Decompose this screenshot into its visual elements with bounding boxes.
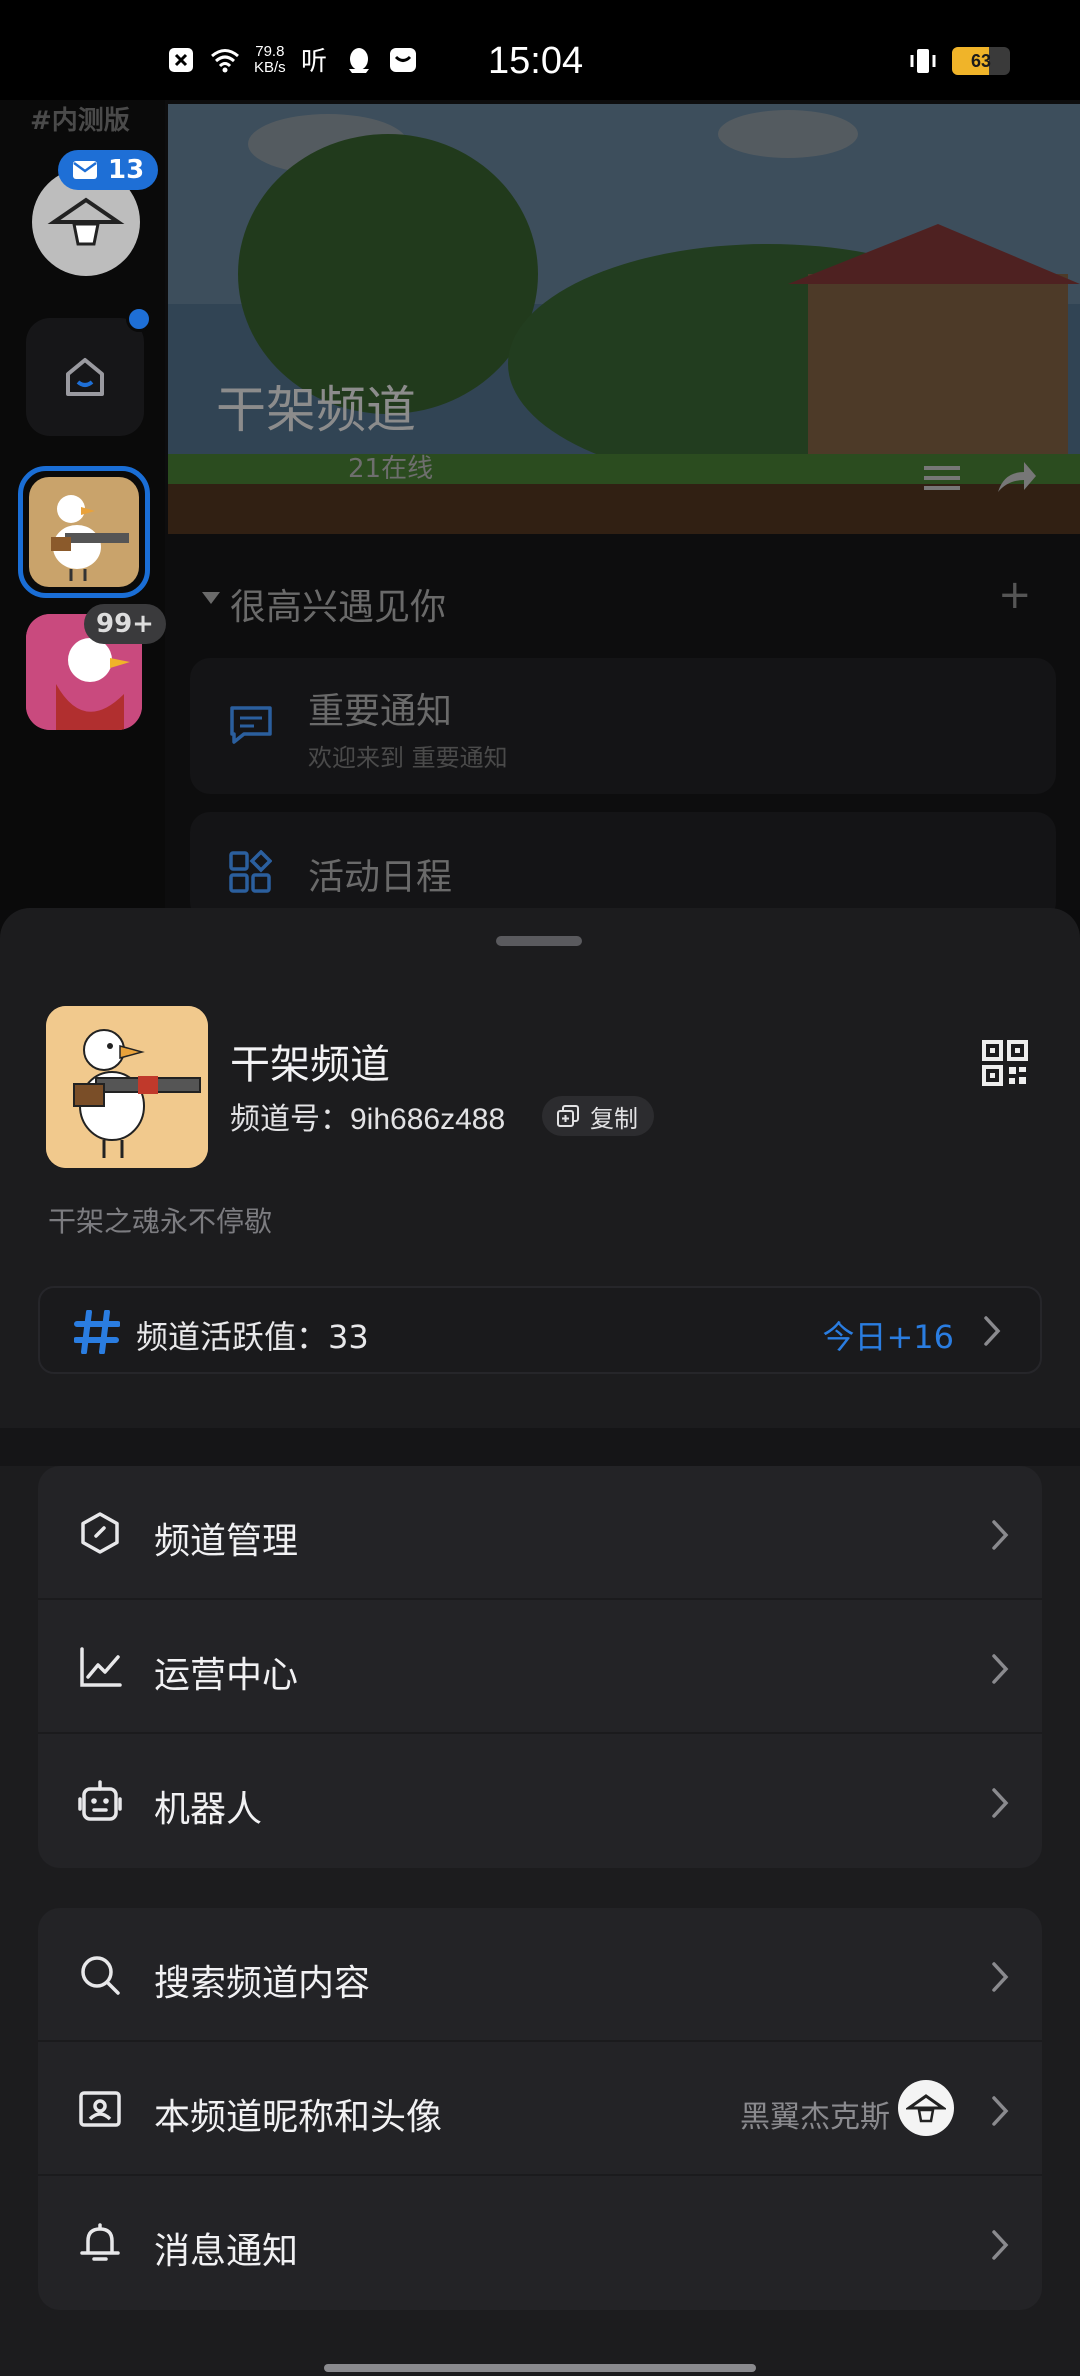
guild-name: 干架频道 [230,1042,390,1088]
id-card-icon [79,2091,121,2127]
status-left-icons: 79.8 KB/s 听 [166,44,418,76]
copy-id-button[interactable]: 复制 [542,1096,654,1136]
activity-label-text: 频道活跃值： [136,1318,329,1356]
home-icon [66,358,104,396]
chevron-right-icon [992,1520,1009,1550]
guild-description: 干架之魂永不停歇 [48,1205,273,1238]
nickname-avatar [898,2080,954,2136]
network-speed-unit: KB/s [254,59,286,76]
hat-figure-icon [906,2094,946,2123]
activity-label: 频道活跃值：33 [136,1312,369,1358]
channel-item[interactable]: 活动日程 [190,812,1056,922]
guild-id: 频道号：9ih686z488 [230,1094,505,1138]
menu-label: 运营中心 [154,1655,299,1696]
mail-badge[interactable]: 13 [58,150,159,190]
menu-row-operation-center[interactable]: 运营中心 [38,1600,1042,1734]
menu-lines-icon[interactable] [920,460,964,496]
mail-icon [73,161,97,179]
channel-item[interactable]: 重要通知 欢迎来到 重要通知 [190,658,1056,794]
beta-tag: #内测版 [30,106,130,136]
guild-id-value: 9ih686z488 [350,1103,506,1136]
menu-row-robot[interactable]: 机器人 [38,1734,1042,1868]
channel-section-title[interactable]: 很高兴遇见你 [230,578,446,630]
channel-name: 活动日程 [308,857,453,898]
clock: 15:04 [488,40,584,82]
chevron-right-icon [992,1788,1009,1818]
network-speed: 79.8 KB/s [254,44,286,76]
banner-guild-name: 干架频道 [216,381,416,439]
search-icon [81,1956,120,1995]
menu-label: 本频道昵称和头像 [154,2097,443,2138]
wifi-icon [211,49,239,73]
status-bar: 79.8 KB/s 听 15:04 63 [0,0,1080,100]
menu-row-nickname-avatar[interactable]: 本频道昵称和头像 黑翼杰克斯 [38,2042,1042,2176]
menu-row-search-content[interactable]: 搜索频道内容 [38,1908,1042,2042]
share-icon[interactable] [994,458,1038,498]
copy-icon [557,1105,579,1127]
battery-indicator: 63 [952,47,1010,75]
status-right-icons: 63 [908,46,1010,76]
collapse-triangle-icon[interactable] [202,592,220,604]
menu-label: 机器人 [154,1789,263,1830]
svg-text:听: 听 [301,47,327,75]
qr-code-icon[interactable] [982,1040,1028,1086]
channel-name: 重要通知 [308,691,453,732]
schedule-grid-icon [229,850,272,893]
activity-today: 今日+16 [822,1318,954,1356]
menu-row-notifications[interactable]: 消息通知 [38,2176,1042,2310]
goose-with-gun-icon [46,1006,208,1168]
hat-figure-icon [47,197,125,246]
sheet-drag-handle[interactable] [496,936,582,946]
chevron-right-icon [992,1962,1009,1992]
menu-label: 搜索频道内容 [154,1963,371,2004]
home-button[interactable] [26,318,144,436]
goose-with-gun-icon [51,495,129,581]
guild-id-label: 频道号： [230,1103,350,1136]
qq-icon [348,48,369,73]
management-menu-group: 频道管理 运营中心 机器人 [38,1466,1042,1868]
chevron-right-icon [992,2096,1009,2126]
settings-menu-group: 搜索频道内容 本频道昵称和头像 黑翼杰克斯 消息通知 [38,1908,1042,2310]
guild-banner [168,104,1080,534]
nickname-value: 黑翼杰克斯 [740,2100,890,2135]
vibrate-icon [910,49,936,73]
hashtag-icon [74,1310,120,1354]
trend-chart-icon [80,1647,122,1687]
bell-icon [80,2223,120,2261]
copy-label: 复制 [590,1104,638,1133]
battery-percent: 63 [970,51,992,71]
chevron-right-icon [992,2230,1009,2260]
robot-icon [78,1780,122,1821]
chevron-right-icon [984,1316,1001,1346]
section-divider [0,1428,1080,1466]
guild-activity-row[interactable]: 频道活跃值：33 今日+16 [38,1286,1042,1374]
menu-label: 频道管理 [154,1521,299,1562]
activity-value: 33 [328,1318,369,1356]
mail-count: 13 [108,155,145,185]
chat-channel-icon [230,706,272,744]
guild-avatar[interactable] [46,1006,208,1168]
chevron-right-icon [992,1654,1009,1684]
unread-dot [126,306,152,332]
shield-hexagon-icon [81,1512,119,1554]
add-channel-icon[interactable]: + [998,572,1032,618]
gesture-home-indicator[interactable] [324,2364,756,2372]
online-count[interactable]: 21在线 [348,448,433,485]
guild-icon-selected[interactable] [18,466,150,598]
guild-info-sheet: 干架频道 频道号：9ih686z488 复制 干架之魂永不停歇 频道活跃值：33… [0,908,1080,2376]
unread-badge: 99+ [84,604,166,644]
menu-label: 消息通知 [154,2231,299,2272]
channel-subtitle: 欢迎来到 重要通知 [308,744,508,772]
message-app-icon [389,48,416,72]
menu-row-guild-management[interactable]: 频道管理 [38,1466,1042,1600]
hd-voice-icon: 听 [301,47,327,75]
app-notification-icon [169,48,193,72]
network-speed-value: 79.8 [255,43,285,60]
